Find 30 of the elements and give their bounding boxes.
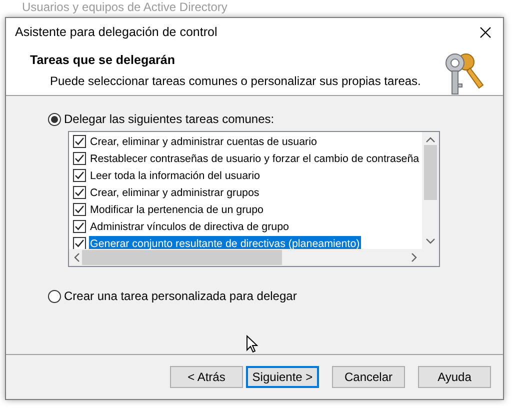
dialog-button[interactable]: Cancelar [332, 366, 405, 388]
checkbox[interactable] [73, 135, 86, 148]
radio-button[interactable] [48, 290, 61, 303]
mouse-cursor-icon [246, 335, 258, 354]
checkbox[interactable] [73, 237, 86, 250]
checkbox[interactable] [73, 186, 86, 200]
radio-label: Crear una tarea personalizada para delegar [64, 288, 297, 306]
task-item[interactable]: Generar conjunto resultante de directivas (planeamiento) [89, 236, 361, 250]
header-subtitle: Puede seleccionar tareas comunes o personalizar sus propias tareas. [49, 72, 421, 90]
task-item[interactable]: Leer toda la información del usuario [89, 168, 261, 184]
task-item[interactable]: Restablecer contraseñas de usuario y forzar el cambio de contraseña [89, 150, 420, 167]
checkbox[interactable] [73, 152, 86, 166]
checkbox[interactable] [73, 220, 86, 234]
task-item[interactable]: Modificar la pertenencia de un grupo [89, 202, 264, 218]
scrollbar-thumb[interactable] [424, 145, 437, 200]
dialog-button[interactable]: Siguiente > [246, 366, 319, 388]
task-item[interactable]: Crear, eliminar y administrar grupos [89, 184, 260, 201]
task-item[interactable]: Crear, eliminar y administrar cuentas de usuario [89, 134, 318, 150]
radio-label: Delegar las siguientes tareas comunes: [64, 111, 274, 128]
scrollbar-thumb[interactable] [82, 250, 282, 266]
window-title: Asistente para delegación de control [15, 24, 218, 42]
checkbox[interactable] [73, 169, 86, 182]
dialog-button[interactable]: < Atrás [170, 366, 243, 388]
task-item[interactable]: Administrar vínculos de directiva de grupo [89, 218, 290, 235]
header-title: Tareas que se delegarán [30, 52, 176, 70]
radio-button[interactable] [48, 112, 61, 126]
checkbox[interactable] [73, 203, 86, 216]
dialog-button[interactable]: Ayuda [418, 366, 491, 388]
close-icon[interactable] [480, 27, 491, 38]
background-window-title: Usuarios y equipos de Active Directory [22, 0, 228, 14]
